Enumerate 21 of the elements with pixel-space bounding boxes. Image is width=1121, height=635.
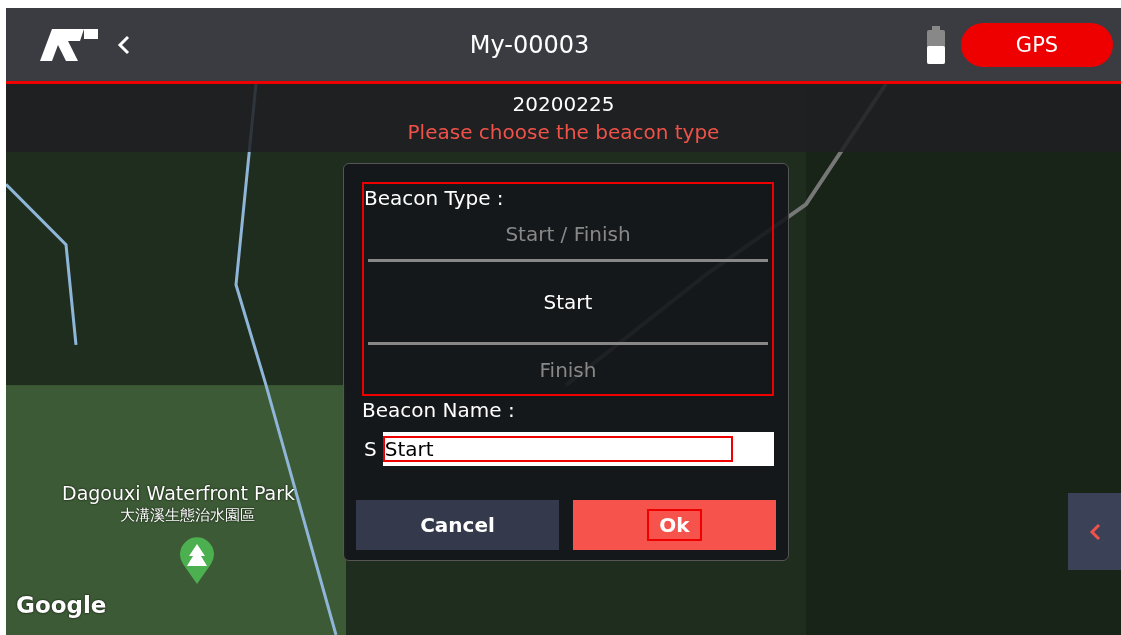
date-text: 20200225 bbox=[512, 92, 615, 116]
beacon-name-label: Beacon Name : bbox=[362, 398, 516, 422]
side-panel-toggle[interactable] bbox=[1068, 493, 1121, 570]
beacon-type-picker[interactable]: Beacon Type : Start / Finish Start Finish bbox=[362, 182, 774, 396]
battery-icon bbox=[927, 25, 945, 64]
map-place-label: Dagouxi Waterfront Park bbox=[62, 482, 296, 504]
map-attribution: Google bbox=[16, 592, 107, 618]
picker-option[interactable]: Start / Finish bbox=[364, 210, 772, 259]
picker-option[interactable]: Finish bbox=[364, 345, 772, 394]
cancel-button[interactable]: Cancel bbox=[356, 500, 559, 550]
picker-option[interactable]: Start bbox=[368, 258, 768, 346]
beacon-type-label: Beacon Type : bbox=[364, 185, 505, 210]
beacon-name-field[interactable]: Start bbox=[382, 432, 774, 466]
screen-title: My-00003 bbox=[468, 30, 591, 59]
map-place-label: 大溝溪生態治水園區 bbox=[120, 506, 255, 525]
gps-button[interactable]: GPS bbox=[961, 22, 1113, 67]
instruction-text: Please choose the beacon type bbox=[407, 120, 720, 144]
name-prefix: S bbox=[364, 437, 377, 461]
chevron-left-icon bbox=[1087, 521, 1102, 542]
tree-pin-icon bbox=[179, 536, 215, 584]
back-icon[interactable] bbox=[116, 33, 132, 56]
